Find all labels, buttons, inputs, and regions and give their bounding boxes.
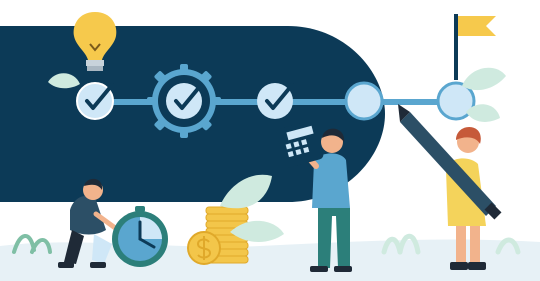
progress-illustration	[0, 12, 540, 281]
milestone-2	[166, 83, 202, 119]
dollar-icon	[187, 231, 221, 265]
milestone-4	[346, 83, 382, 119]
stopwatch-icon	[112, 206, 168, 267]
milestone-1	[77, 83, 113, 119]
milestone-3	[257, 83, 293, 119]
